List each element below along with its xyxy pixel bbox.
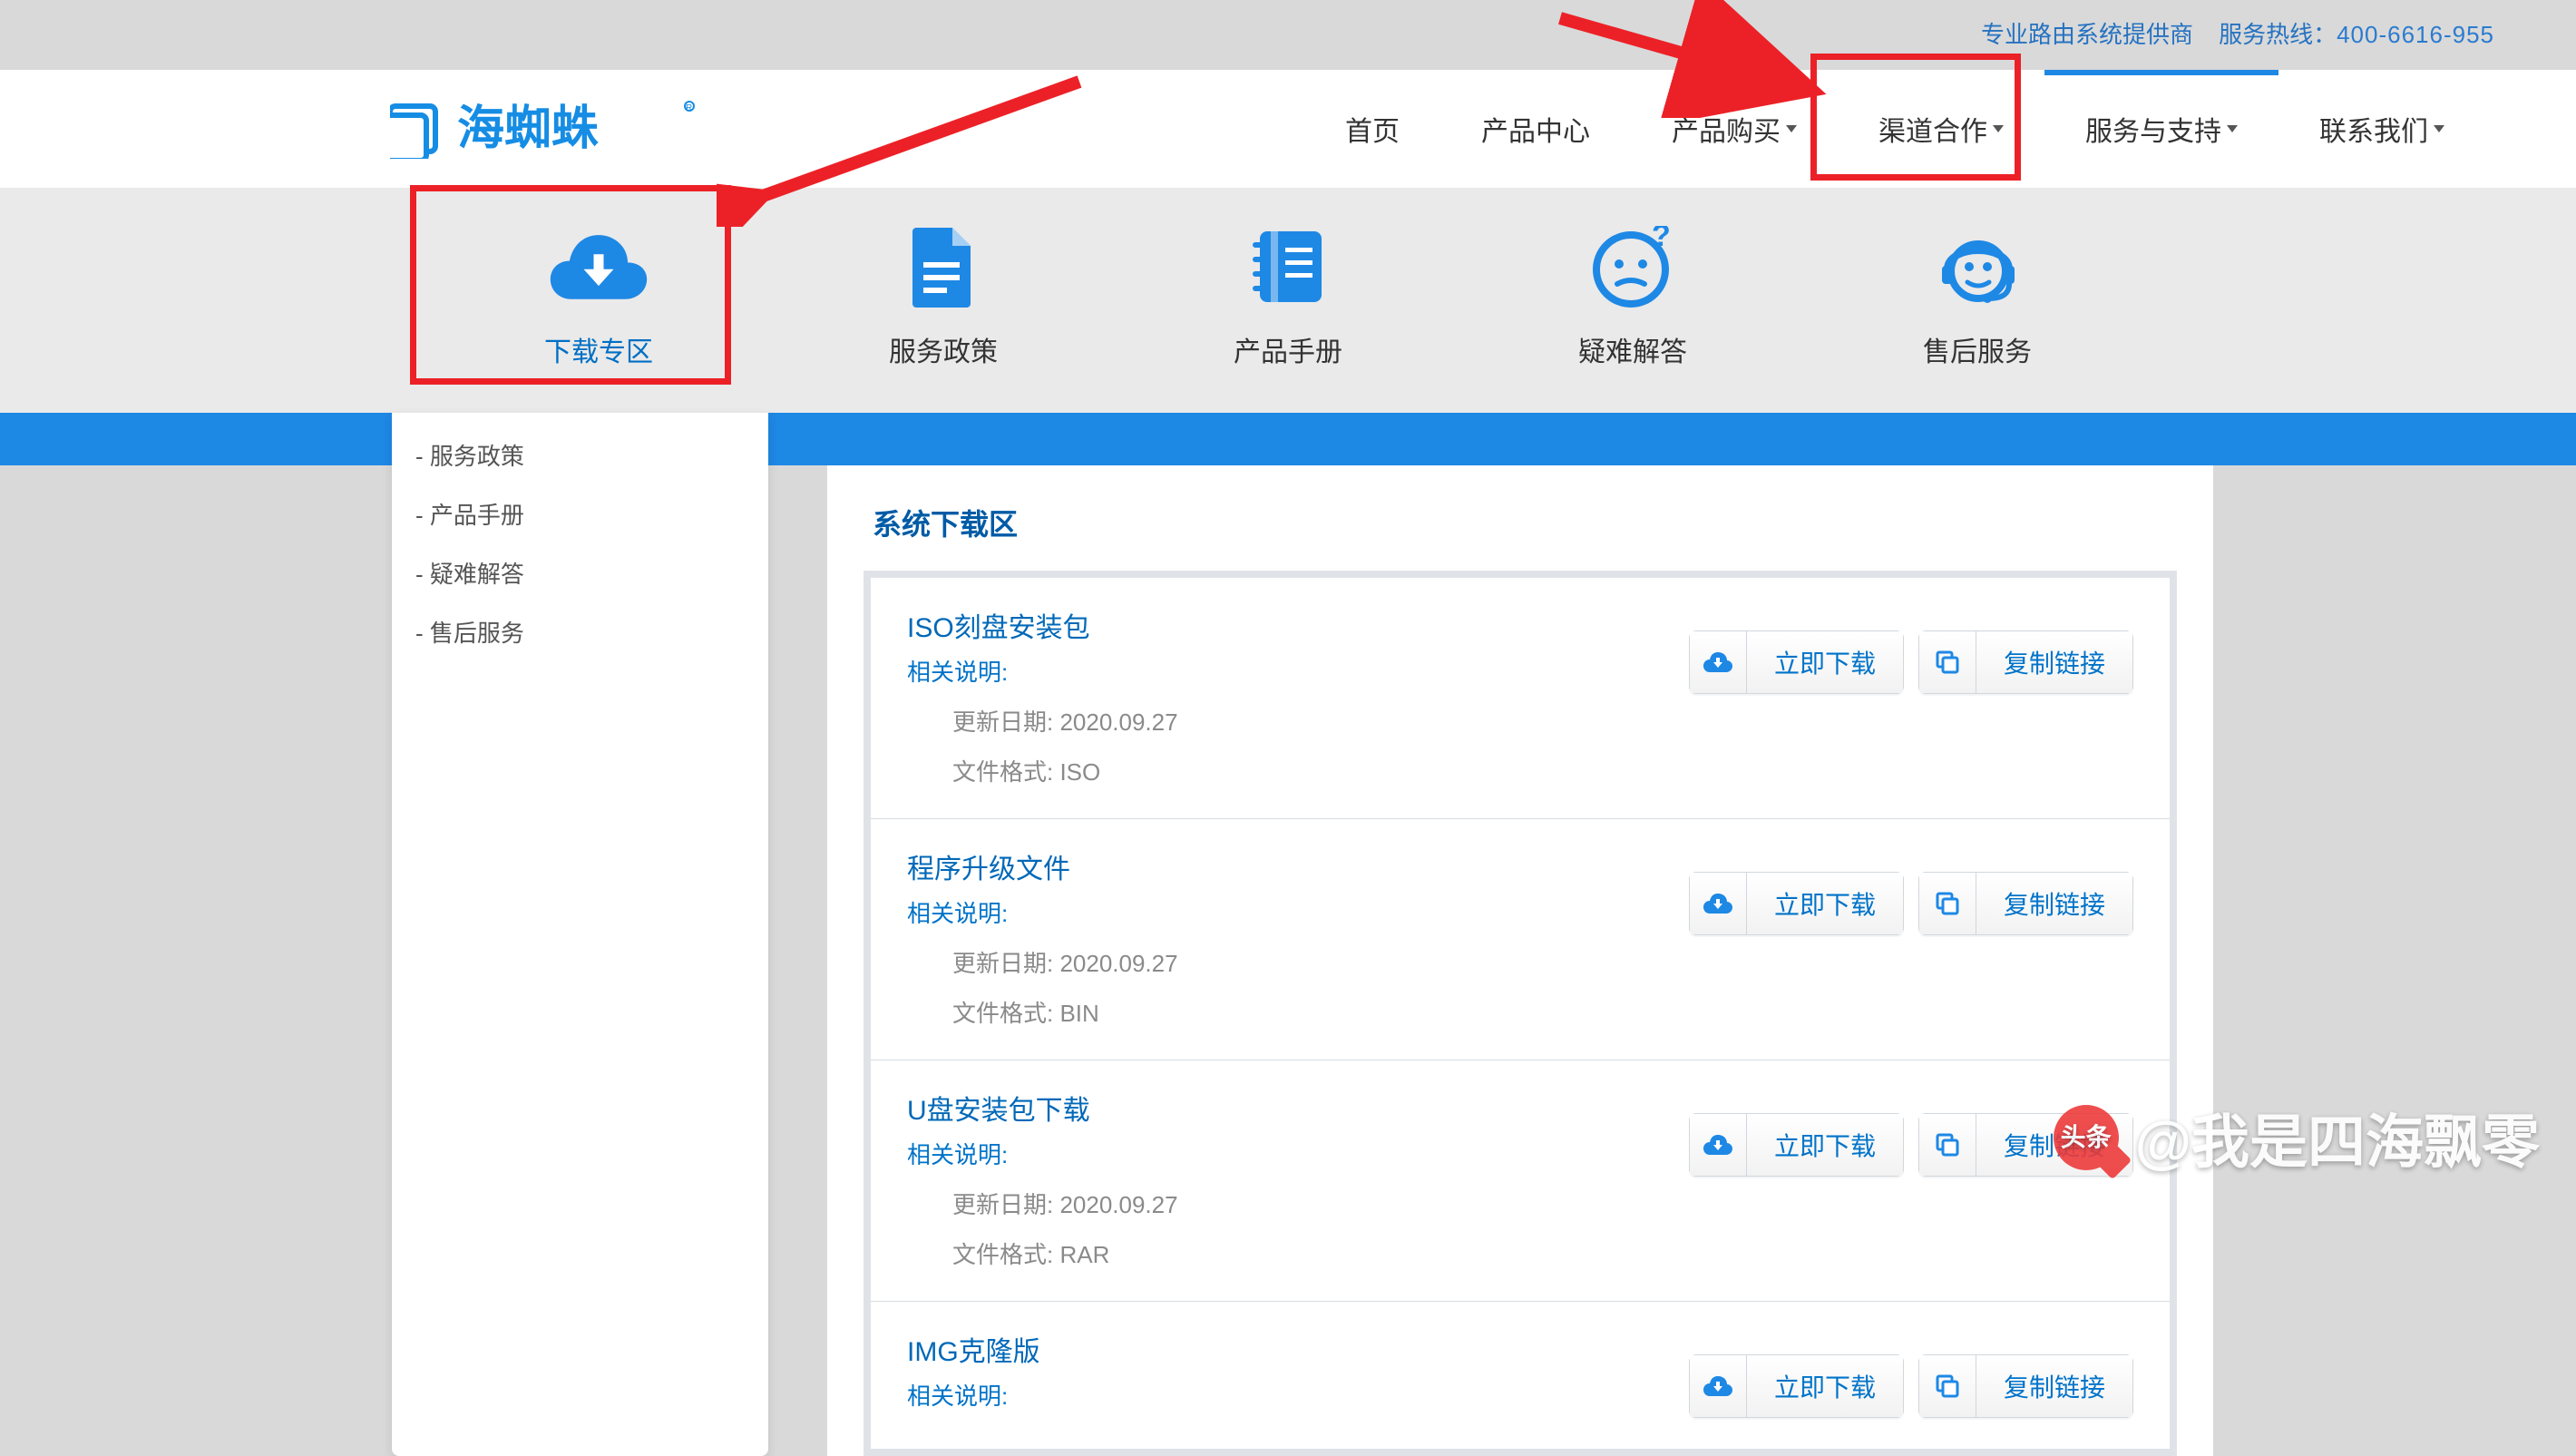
download-card: U盘安装包下载 相关说明: 更新日期: 2020.09.27文件格式: RAR … — [871, 1060, 2170, 1302]
download-button-group[interactable]: 立即下载 — [1689, 1113, 1904, 1177]
nav-contact[interactable]: 联系我们 — [2278, 70, 2485, 188]
chevron-down-icon — [2227, 125, 2238, 132]
top-info-bar: 专业路由系统提供商 服务热线：400-6616-955 — [0, 0, 2576, 70]
copy-link-button-group[interactable]: 复制链接 — [1918, 872, 2133, 935]
download-card: ISO刻盘安装包 相关说明: 更新日期: 2020.09.27 文件格式: ISO… — [871, 578, 2170, 819]
download-button[interactable]: 立即下载 — [1747, 630, 1904, 694]
content-panel: 系统下载区 ISO刻盘安装包 相关说明: 更新日期: 2020.09.27 文件格… — [827, 465, 2213, 1456]
logo-icon: 海蜘蛛 R — [390, 99, 698, 159]
nav-label: 联系我们 — [2319, 109, 2428, 149]
face-confused-icon: ? — [1583, 226, 1683, 308]
copy-link-button[interactable]: 复制链接 — [1976, 872, 2133, 935]
content-title: 系统下载区 — [827, 502, 2213, 543]
nav-label: 服务与支持 — [2085, 109, 2221, 149]
main-nav: 首页 产品中心 产品购买 渠道合作 服务与支持 联系我们 — [1304, 70, 2485, 188]
subnav-label: 疑难解答 — [1578, 329, 1687, 369]
subnav-label: 下载专区 — [544, 329, 653, 369]
watermark-icon: 头条 — [2054, 1105, 2119, 1170]
cloud-download-icon — [1689, 872, 1747, 935]
cloud-download-icon — [1689, 1354, 1747, 1418]
nav-support[interactable]: 服务与支持 — [2044, 70, 2278, 188]
subnav-label: 售后服务 — [1923, 329, 2032, 369]
nav-home[interactable]: 首页 — [1304, 70, 1440, 188]
card-file-format: 文件格式: BIN — [907, 995, 1689, 1029]
subnav-label: 产品手册 — [1234, 329, 1342, 369]
download-button[interactable]: 立即下载 — [1747, 1113, 1904, 1177]
card-desc-label: 相关说明: — [907, 895, 1689, 929]
card-file-format: 文件格式: RAR — [907, 1236, 1689, 1270]
svg-text:R: R — [686, 103, 692, 113]
card-update-date: 更新日期: 2020.09.27 — [907, 1187, 1689, 1220]
sidebar: - 服务政策 - 产品手册 - 疑难解答 - 售后服务 — [392, 413, 768, 1456]
card-title: U盘安装包下载 — [907, 1088, 1689, 1128]
nav-buy[interactable]: 产品购买 — [1631, 70, 1838, 188]
notebook-icon — [1238, 226, 1338, 308]
card-title: 程序升级文件 — [907, 846, 1689, 886]
tagline: 专业路由系统提供商 — [1981, 16, 2193, 50]
copy-link-button[interactable]: 复制链接 — [1976, 1354, 2133, 1418]
svg-text:?: ? — [1652, 226, 1671, 253]
download-button[interactable]: 立即下载 — [1747, 872, 1904, 935]
card-title: ISO刻盘安装包 — [907, 605, 1689, 645]
chevron-down-icon — [1786, 125, 1797, 132]
watermark: 头条 @我是四海飘零 — [2054, 1096, 2540, 1179]
download-button-group[interactable]: 立即下载 — [1689, 1354, 1904, 1418]
headset-icon — [1927, 226, 2027, 308]
sidebar-item-manual[interactable]: - 产品手册 — [395, 484, 765, 543]
copy-icon — [1918, 872, 1976, 935]
card-update-date: 更新日期: 2020.09.27 — [907, 704, 1689, 738]
subnav-policy[interactable]: 服务政策 — [866, 226, 1020, 369]
copy-link-button[interactable]: 复制链接 — [1976, 630, 2133, 694]
subnav-label: 服务政策 — [889, 329, 998, 369]
hotline: 服务热线：400-6616-955 — [2219, 16, 2494, 50]
chevron-down-icon — [1993, 125, 2004, 132]
cloud-download-icon — [1689, 1113, 1747, 1177]
nav-label: 产品中心 — [1481, 109, 1590, 149]
cloud-download-icon — [1689, 630, 1747, 694]
watermark-prefix: 头条 — [2061, 1125, 2112, 1150]
copy-link-button-group[interactable]: 复制链接 — [1918, 1354, 2133, 1418]
blue-strip — [0, 413, 2576, 465]
subnav-download[interactable]: 下载专区 — [522, 226, 676, 369]
nav-channel[interactable]: 渠道合作 — [1838, 70, 2044, 188]
copy-icon — [1918, 630, 1976, 694]
card-file-format: 文件格式: ISO — [907, 754, 1689, 787]
card-desc-label: 相关说明: — [907, 654, 1689, 688]
download-list: ISO刻盘安装包 相关说明: 更新日期: 2020.09.27 文件格式: ISO… — [864, 571, 2177, 1456]
subnav-after-sales[interactable]: 售后服务 — [1900, 226, 2054, 369]
hotline-number: 400-6616-955 — [2337, 21, 2494, 48]
watermark-text: @我是四海飘零 — [2135, 1096, 2540, 1179]
download-card: IMG克隆版 相关说明: 立即下载 复制链接 — [871, 1302, 2170, 1449]
nav-label: 渠道合作 — [1878, 109, 1987, 149]
sidebar-item-faq[interactable]: - 疑难解答 — [395, 543, 765, 602]
card-desc-label: 相关说明: — [907, 1137, 1689, 1170]
download-button[interactable]: 立即下载 — [1747, 1354, 1904, 1418]
subnav-manual[interactable]: 产品手册 — [1211, 226, 1365, 369]
svg-text:海蜘蛛: 海蜘蛛 — [457, 103, 599, 155]
card-update-date: 更新日期: 2020.09.27 — [907, 945, 1689, 979]
card-title: IMG克隆版 — [907, 1329, 1689, 1369]
subnav-faq[interactable]: ? 疑难解答 — [1556, 226, 1710, 369]
header: 海蜘蛛 R 首页 产品中心 产品购买 渠道合作 服务与支持 联系我们 — [0, 70, 2576, 188]
sub-nav: 下载专区 服务政策 产品手册 ? 疑难解答 售后服务 — [0, 188, 2576, 413]
document-icon — [893, 226, 993, 308]
sidebar-item-after-sales[interactable]: - 售后服务 — [395, 602, 765, 661]
download-button-group[interactable]: 立即下载 — [1689, 630, 1904, 694]
sidebar-item-policy[interactable]: - 服务政策 — [395, 425, 765, 484]
download-card: 程序升级文件 相关说明: 更新日期: 2020.09.27 文件格式: BIN 立… — [871, 819, 2170, 1060]
chevron-down-icon — [2434, 125, 2444, 132]
nav-products[interactable]: 产品中心 — [1440, 70, 1631, 188]
download-button-group[interactable]: 立即下载 — [1689, 872, 1904, 935]
cloud-download-icon — [549, 226, 649, 308]
hotline-label: 服务热线： — [2219, 21, 2337, 48]
copy-icon — [1918, 1354, 1976, 1418]
copy-link-button-group[interactable]: 复制链接 — [1918, 630, 2133, 694]
nav-label: 首页 — [1345, 109, 1400, 149]
nav-label: 产品购买 — [1672, 109, 1781, 149]
copy-icon — [1918, 1113, 1976, 1177]
card-desc-label: 相关说明: — [907, 1378, 1689, 1412]
brand-logo[interactable]: 海蜘蛛 R — [390, 99, 698, 159]
